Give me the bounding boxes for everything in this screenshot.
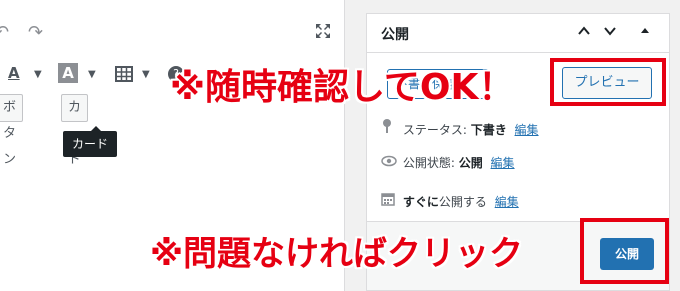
calendar-icon bbox=[381, 192, 399, 209]
eye-icon bbox=[381, 155, 399, 170]
status-label: ステータス: bbox=[402, 123, 467, 137]
table-icon[interactable] bbox=[115, 66, 133, 82]
visibility-row: 公開状態: 公開 編集 bbox=[381, 154, 515, 171]
publish-panel-header: 公開 bbox=[367, 14, 669, 53]
status-value: 下書き bbox=[470, 123, 507, 137]
visibility-edit-link[interactable]: 編集 bbox=[491, 156, 515, 170]
pin-icon bbox=[381, 118, 399, 137]
move-down-icon[interactable] bbox=[603, 24, 617, 42]
fullscreen-svg bbox=[316, 24, 330, 38]
collapse-svg bbox=[641, 28, 649, 33]
collapse-icon[interactable] bbox=[639, 24, 651, 42]
redo-icon[interactable]: ↷ bbox=[28, 22, 43, 43]
top-annotation: ※随時確認してOK！ bbox=[170, 67, 515, 108]
move-up-icon[interactable] bbox=[577, 24, 591, 42]
bg-color-dropdown-icon[interactable]: ▼ bbox=[88, 69, 96, 80]
status-edit-link[interactable]: 編集 bbox=[515, 123, 539, 137]
bottom-annotation: ※問題なければクリック bbox=[150, 234, 524, 274]
visibility-label: 公開状態: bbox=[402, 156, 455, 170]
quicktag-card-button[interactable]: カード bbox=[61, 94, 89, 167]
undo-icon[interactable]: ↶ bbox=[0, 22, 9, 43]
quicktag-button[interactable]: ボタン bbox=[0, 94, 24, 167]
text-color-dropdown-icon[interactable]: ▼ bbox=[34, 69, 42, 80]
preview-highlight-box bbox=[550, 58, 666, 106]
card-tooltip: カード bbox=[63, 126, 118, 157]
publish-highlight-box bbox=[580, 218, 669, 284]
schedule-value: 公開する bbox=[438, 195, 487, 209]
move-up-svg bbox=[578, 26, 590, 35]
schedule-label: すぐに bbox=[402, 195, 439, 209]
table-svg bbox=[115, 66, 133, 82]
schedule-edit-link[interactable]: 編集 bbox=[495, 195, 519, 209]
calendar-svg bbox=[381, 193, 395, 206]
fullscreen-icon[interactable] bbox=[313, 22, 333, 42]
text-color-button[interactable]: A bbox=[8, 64, 20, 82]
move-down-svg bbox=[604, 27, 616, 36]
panel-title: 公開 bbox=[381, 27, 409, 43]
schedule-row: すぐに公開する 編集 bbox=[381, 192, 519, 210]
pin-svg bbox=[383, 119, 391, 133]
eye-svg bbox=[381, 155, 397, 167]
bg-color-button[interactable]: A bbox=[58, 63, 78, 83]
table-dropdown-icon[interactable]: ▼ bbox=[142, 69, 150, 80]
visibility-value: 公開 bbox=[458, 156, 483, 170]
status-row: ステータス: 下書き 編集 bbox=[381, 118, 539, 138]
